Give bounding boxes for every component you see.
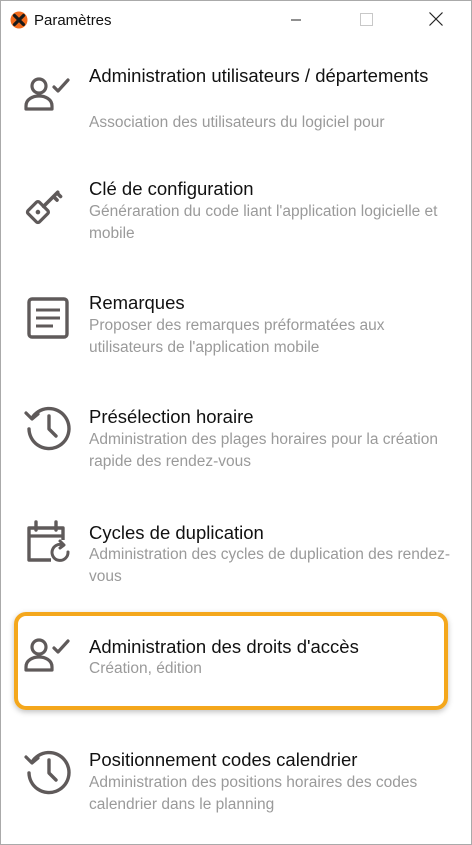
item-description: Administration des positions horaires de… — [89, 774, 418, 813]
menu-item-time-preselection[interactable]: Présélection horaire Administration des … — [1, 399, 471, 499]
item-description: Administration des cycles de duplication… — [89, 546, 450, 585]
maximize-icon — [360, 13, 373, 26]
item-description: Généraration du code liant l'application… — [89, 203, 438, 242]
maximize-button[interactable] — [343, 1, 389, 39]
note-icon — [23, 291, 73, 341]
item-label: Administration des droits d'accès — [89, 636, 359, 657]
menu-item-remarks[interactable]: Remarques Proposer des remarques préform… — [1, 285, 471, 385]
key-icon — [23, 179, 73, 229]
close-icon — [429, 12, 443, 26]
item-label: Remarques — [89, 292, 185, 313]
item-description: Création, édition — [89, 660, 202, 677]
user-check-icon — [23, 68, 73, 118]
user-check-icon — [23, 629, 73, 679]
item-label: Administration utilisateurs / départemen… — [89, 65, 429, 86]
title-bar[interactable]: Paramètres — [1, 1, 471, 39]
item-description: Association des utilisateurs du logiciel… — [89, 114, 385, 131]
app-logo-icon — [10, 11, 28, 29]
menu-item-access-rights-admin[interactable]: Administration des droits d'accès Créati… — [1, 629, 471, 729]
window-title: Paramètres — [34, 12, 112, 29]
item-label: Cycles de duplication — [89, 522, 264, 543]
minimize-icon — [291, 19, 301, 21]
settings-window: Paramètres Administration utilisateurs /… — [0, 0, 472, 845]
minimize-button[interactable] — [273, 1, 319, 39]
menu-item-calendar-codes-positioning[interactable]: Positionnement codes calendrier Administ… — [1, 743, 471, 843]
menu-item-configuration-key[interactable]: Clé de configuration Généraration du cod… — [1, 171, 471, 271]
menu-item-duplication-cycles[interactable]: Cycles de duplication Administration des… — [1, 514, 471, 614]
item-label: Positionnement codes calendrier — [89, 749, 358, 770]
item-description: Administration des plages horaires pour … — [89, 431, 438, 470]
item-label: Présélection horaire — [89, 406, 254, 427]
history-clock-icon — [23, 746, 73, 796]
history-clock-icon — [23, 402, 73, 452]
item-description: Proposer des remarques préformatées aux … — [89, 317, 385, 356]
menu-item-user-department-admin[interactable]: Administration utilisateurs / départemen… — [1, 56, 471, 156]
close-button[interactable] — [413, 1, 459, 39]
calendar-sync-icon — [23, 516, 73, 566]
item-label: Clé de configuration — [89, 178, 254, 199]
